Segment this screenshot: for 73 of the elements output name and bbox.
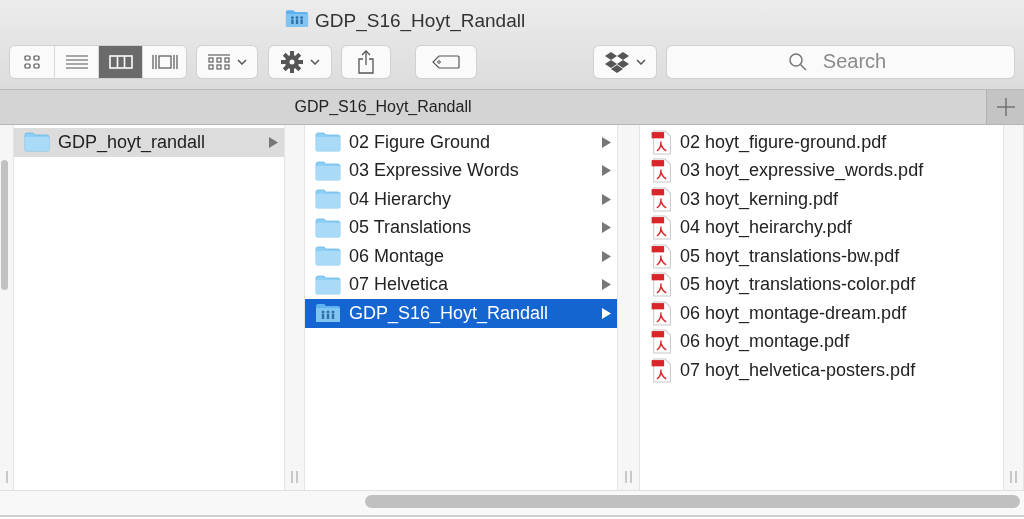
folder-icon [24,132,50,153]
file-row[interactable]: 02 hoyt_figure-ground.pdf [640,128,1003,157]
folder-row[interactable]: 05 Translations [305,213,617,242]
resize-handle-icon[interactable] [1010,471,1017,483]
pdf-file-icon [650,300,672,326]
dropbox-button[interactable] [594,45,656,78]
file-row[interactable]: 06 hoyt_montage.pdf [640,327,1003,356]
folder-row[interactable]: 02 Figure Ground [305,128,617,157]
share-icon [357,49,375,74]
disclosure-arrow-icon [602,136,611,148]
folder-icon [315,189,341,210]
folder-row[interactable]: 07 Helvetica [305,270,617,299]
disclosure-arrow-icon [602,222,611,234]
tag-button[interactable] [416,45,476,78]
scrollbar-thumb[interactable] [1,160,8,290]
dropbox-icon [604,50,629,73]
disclosure-arrow-icon [602,307,611,319]
disclosure-arrow-icon [602,250,611,262]
caret-icon [236,58,247,65]
pdf-file-icon [650,329,672,355]
pdf-file-icon [650,186,672,212]
file-row[interactable]: 03 hoyt_expressive_words.pdf [640,156,1003,185]
share-button[interactable] [342,45,390,78]
file-row[interactable]: 07 hoyt_helvetica-posters.pdf [640,356,1003,385]
gallery-view-icon [151,53,178,70]
pdf-file-icon [650,243,672,269]
search-icon [789,52,807,71]
file-row[interactable]: 05 hoyt_translations-bw.pdf [640,242,1003,271]
folder-row[interactable]: 04 Hierarchy [305,185,617,214]
grid-icon [207,53,230,70]
tag-icon [432,54,460,69]
shared-folder-icon [315,303,341,324]
list-view-icon [65,54,88,69]
folder-row[interactable]: 03 Expressive Words [305,156,617,185]
folder-icon [315,132,341,153]
action-button[interactable] [269,45,331,78]
column-view-icon [108,54,133,69]
group-button[interactable] [197,45,257,78]
folder-row[interactable]: 06 Montage [305,242,617,271]
folder-row[interactable]: GDP_hoyt_randall [14,128,284,157]
folder-icon [315,274,341,295]
view-mode-button[interactable] [142,45,186,78]
file-row[interactable]: 06 hoyt_montage-dream.pdf [640,299,1003,328]
scrollbar-thumb[interactable] [365,495,1020,508]
new-tab-button[interactable] [986,90,1024,124]
caret-icon [309,58,320,65]
resize-handle-icon[interactable] [291,471,298,483]
resize-handle-icon[interactable] [625,471,632,483]
folder-icon [315,246,341,267]
folder-icon [315,217,341,238]
folder-row[interactable]: GDP_S16_Hoyt_Randall [305,299,617,328]
icon-view-icon [24,54,40,69]
disclosure-arrow-icon [269,136,278,148]
search-field[interactable]: Search [667,45,1014,78]
pdf-file-icon [650,215,672,241]
shared-folder-icon [285,9,309,28]
pdf-file-icon [650,357,672,383]
window-title: GDP_S16_Hoyt_Randall [315,10,526,32]
plus-icon [996,98,1015,116]
file-row[interactable]: 05 hoyt_translations-color.pdf [640,270,1003,299]
pdf-file-icon [650,272,672,298]
gear-icon [280,50,303,73]
view-mode-button[interactable] [98,45,142,78]
pdf-file-icon [650,158,672,184]
file-row[interactable]: 04 hoyt_heirarchy.pdf [640,213,1003,242]
resize-handle-icon[interactable] [5,471,8,483]
disclosure-arrow-icon [602,193,611,205]
caret-icon [635,58,646,65]
pdf-file-icon [650,129,672,155]
folder-icon [315,160,341,181]
disclosure-arrow-icon [602,279,611,291]
disclosure-arrow-icon [602,165,611,177]
file-row[interactable]: 03 hoyt_kerning.pdf [640,185,1003,214]
